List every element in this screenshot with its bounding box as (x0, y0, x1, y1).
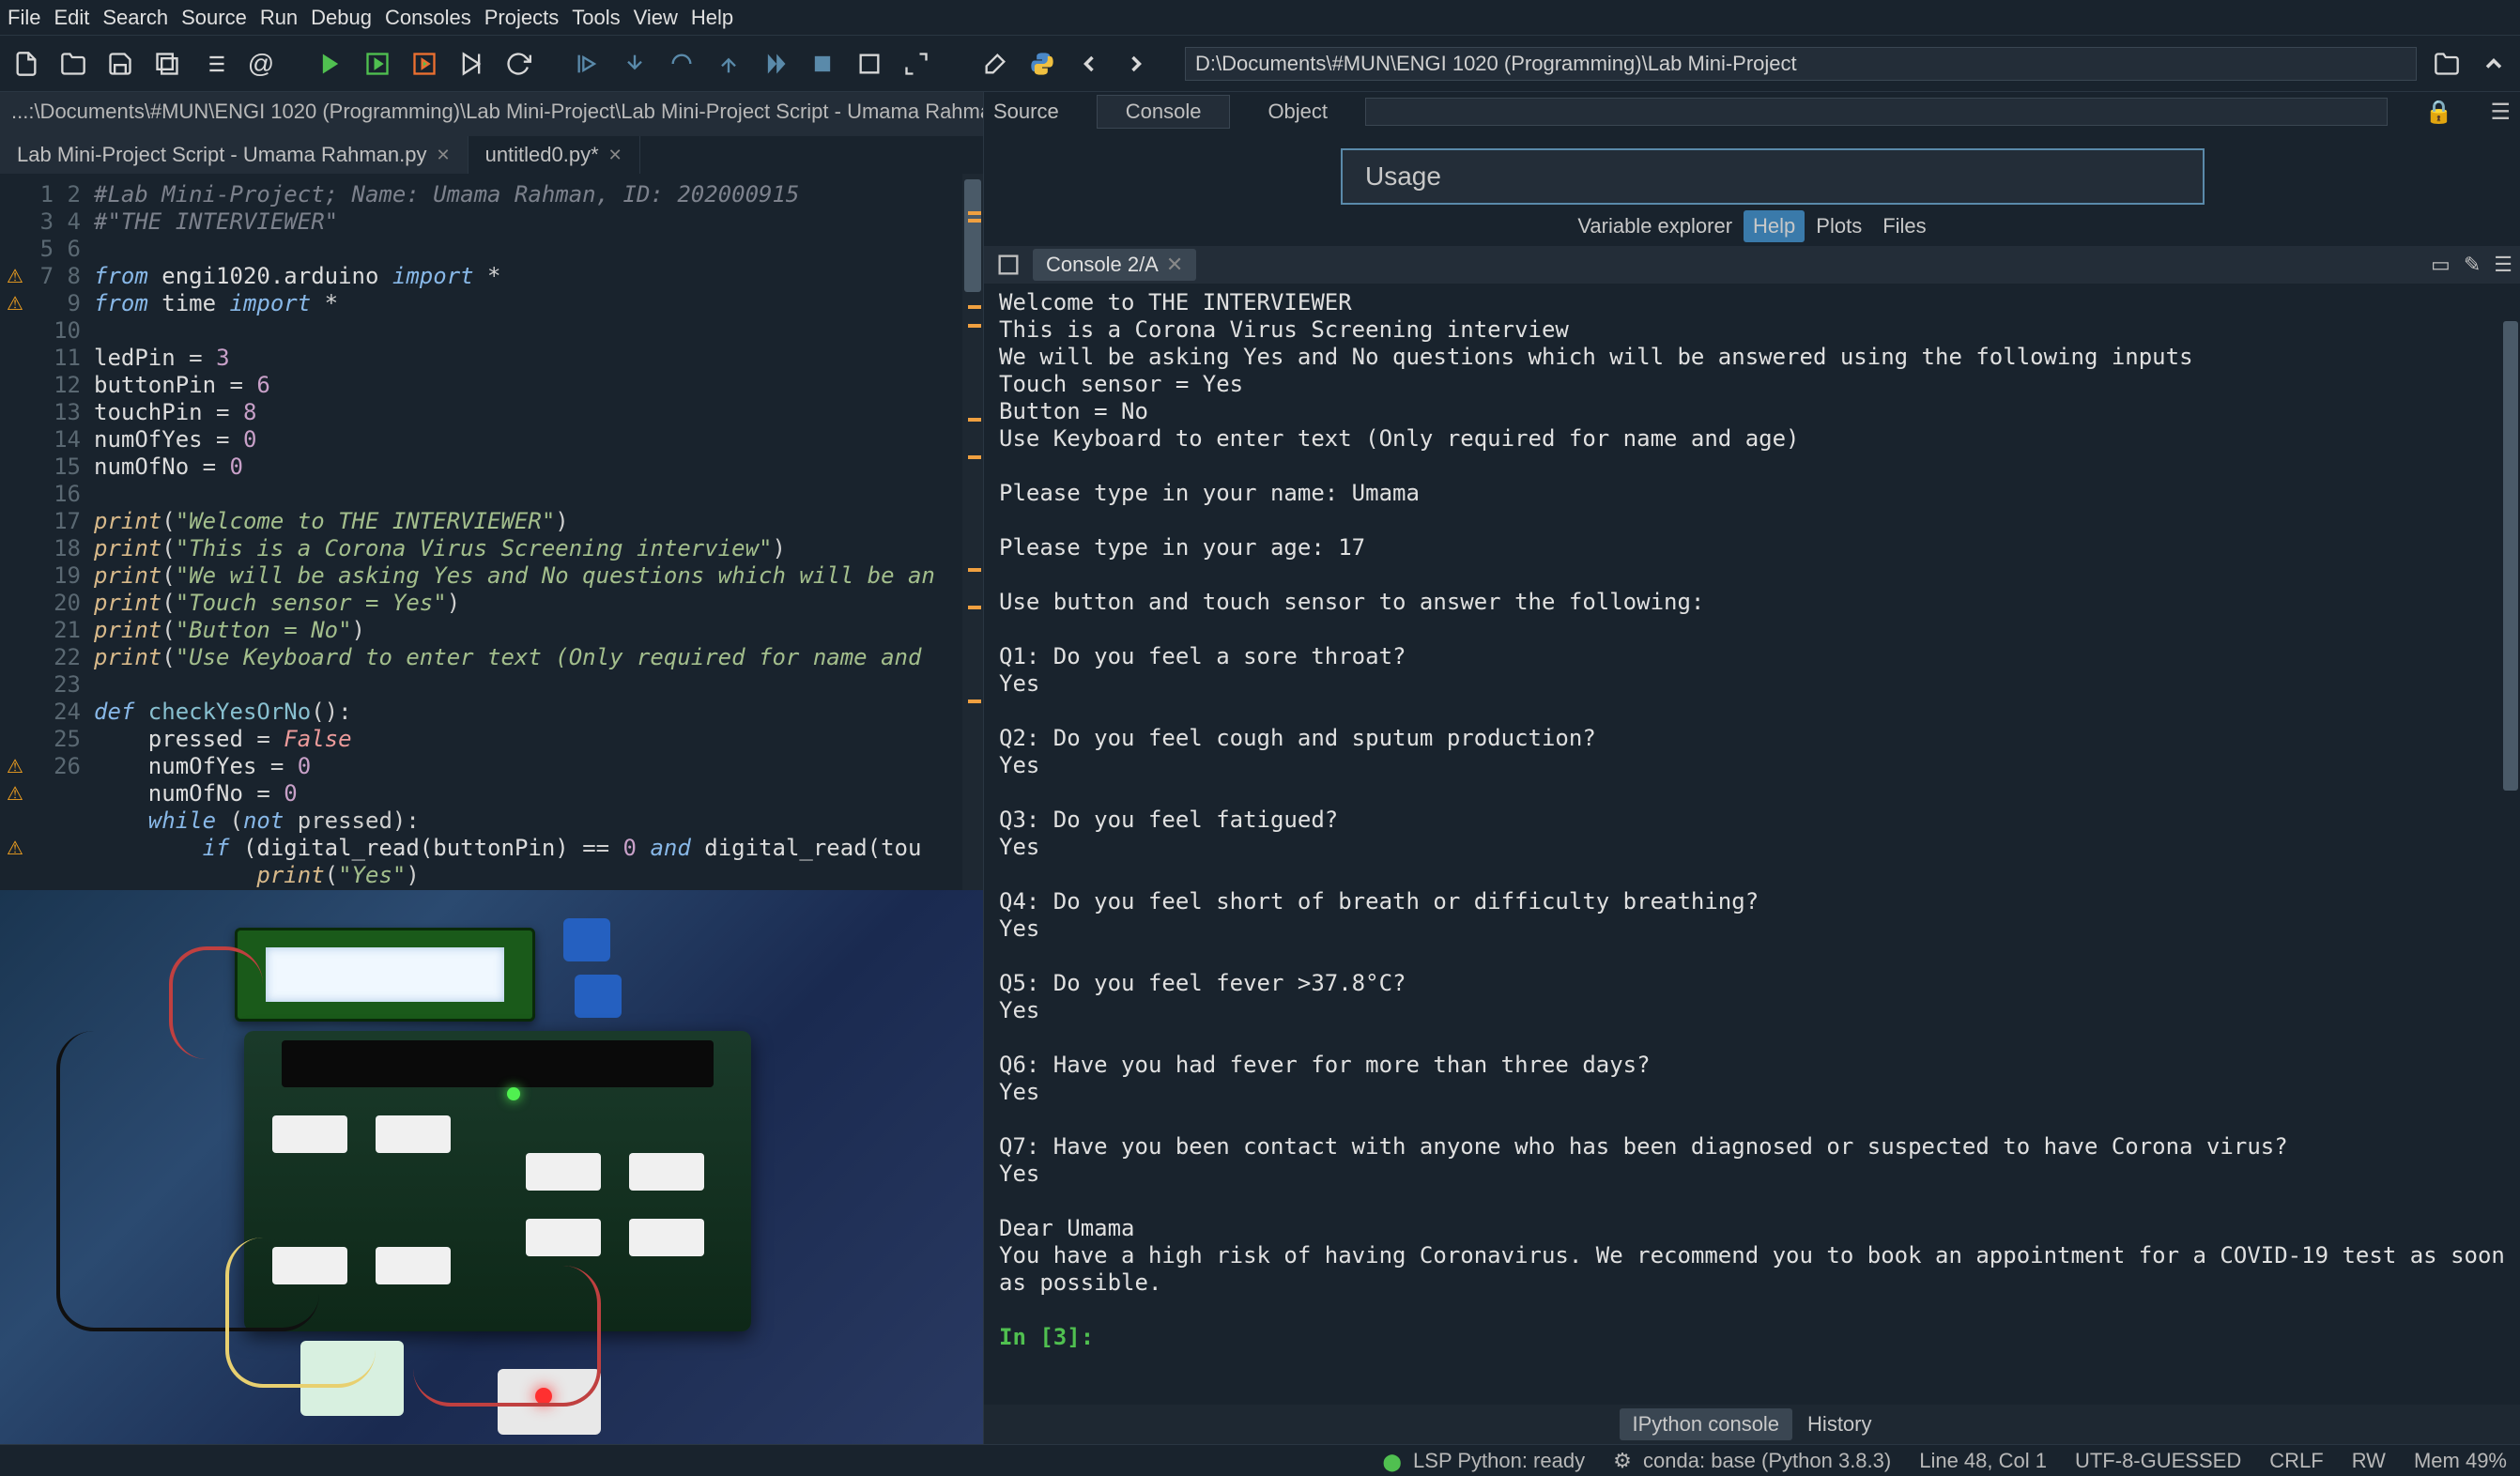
menu-edit[interactable]: Edit (54, 6, 89, 30)
console-output[interactable]: Welcome to THE INTERVIEWER This is a Cor… (984, 284, 2520, 1405)
tab-plots[interactable]: Plots (1806, 210, 1871, 242)
help-console-panel: Source Console Object 🔒 ☰ Usage Variable… (984, 92, 2520, 1444)
warning-icon[interactable]: ⚠ (7, 265, 23, 288)
restart-icon[interactable] (501, 47, 535, 81)
stop-icon[interactable] (806, 47, 839, 81)
help-header: Source Console Object 🔒 ☰ (984, 92, 2520, 131)
working-dir-input[interactable] (1185, 47, 2417, 81)
help-pane-tabs: Variable explorer Help Plots Files (984, 210, 2520, 242)
python-icon[interactable] (1025, 47, 1059, 81)
interrupt-icon[interactable]: ✎ (2464, 253, 2481, 277)
close-tab-icon[interactable]: ✕ (608, 146, 622, 165)
editor-panel: ...:\Documents\#MUN\ENGI 1020 (Programmi… (0, 92, 984, 1444)
forward-icon[interactable] (1119, 47, 1153, 81)
preferences-icon[interactable] (978, 47, 1012, 81)
open-file-icon[interactable] (56, 47, 90, 81)
browse-dir-icon[interactable] (2430, 47, 2464, 81)
help-options-icon[interactable]: ☰ (2490, 99, 2511, 126)
debug-step-over-icon[interactable] (665, 47, 699, 81)
breadcrumb-text: ...:\Documents\#MUN\ENGI 1020 (Programmi… (11, 100, 983, 129)
tab-files[interactable]: Files (1873, 210, 1935, 242)
status-encoding[interactable]: UTF-8-GUESSED (2075, 1449, 2241, 1473)
warning-icon[interactable]: ⚠ (7, 782, 23, 806)
save-all-icon[interactable] (150, 47, 184, 81)
menubar: File Edit Search Source Run Debug Consoles Proj… (0, 0, 2520, 36)
run-cell-icon[interactable] (361, 47, 394, 81)
tab-variable-explorer[interactable]: Variable explorer (1568, 210, 1742, 242)
at-icon[interactable]: @ (244, 47, 278, 81)
save-icon[interactable] (103, 47, 137, 81)
list-icon[interactable] (197, 47, 231, 81)
close-tab-icon[interactable]: ✕ (436, 146, 450, 165)
menu-file[interactable]: File (8, 6, 40, 30)
status-eol[interactable]: CRLF (2269, 1449, 2323, 1473)
tab-help[interactable]: Help (1744, 210, 1805, 242)
console-tab-label: Console 2/A (1046, 253, 1159, 277)
console-bottom-tabs: IPython console History (984, 1405, 2520, 1444)
tab-ipython-console[interactable]: IPython console (1620, 1408, 1793, 1440)
debug-file-icon[interactable] (853, 47, 886, 81)
maximize-icon[interactable] (899, 47, 933, 81)
menu-debug[interactable]: Debug (311, 6, 372, 30)
debug-step-into-icon[interactable] (618, 47, 652, 81)
close-console-icon[interactable]: ✕ (1166, 253, 1183, 277)
file-breadcrumb: ...:\Documents\#MUN\ENGI 1020 (Programmi… (0, 92, 983, 136)
run-selection-icon[interactable] (454, 47, 488, 81)
status-lsp[interactable]: ⬤ LSP Python: ready (1383, 1449, 1585, 1473)
menu-help[interactable]: Help (691, 6, 733, 30)
run-icon[interactable] (314, 47, 347, 81)
editor-tab[interactable]: untitled0.py*✕ (469, 136, 640, 174)
editor-tab[interactable]: Lab Mini-Project Script - Umama Rahman.p… (0, 136, 469, 174)
status-conda[interactable]: ⚙ conda: base (Python 3.8.3) (1613, 1449, 1891, 1473)
console-scrollbar[interactable] (2503, 321, 2518, 791)
menu-run[interactable]: Run (260, 6, 298, 30)
back-icon[interactable] (1072, 47, 1106, 81)
line-gutter: 1 2 3 4 5 6 7 8 9 10 11 12 13 14 15 16 1… (30, 174, 94, 890)
menu-projects[interactable]: Projects (484, 6, 559, 30)
source-label: Source (993, 100, 1059, 124)
console-dropdown[interactable]: Console (1097, 95, 1231, 129)
parent-dir-icon[interactable] (2477, 47, 2511, 81)
statusbar: ⬤ LSP Python: ready ⚙ conda: base (Pytho… (0, 1444, 2520, 1476)
usage-heading: Usage (1341, 148, 2205, 205)
remove-plots-icon[interactable]: ▭ (2431, 253, 2451, 277)
debug-step-icon[interactable] (571, 47, 605, 81)
menu-source[interactable]: Source (181, 6, 247, 30)
status-rw: RW (2352, 1449, 2386, 1473)
lock-icon[interactable]: 🔒 (2425, 99, 2453, 126)
warning-icon[interactable]: ⚠ (7, 837, 23, 860)
menu-search[interactable]: Search (102, 6, 168, 30)
menu-tools[interactable]: Tools (572, 6, 620, 30)
status-mem: Mem 49% (2414, 1449, 2507, 1473)
code-editor[interactable]: ⚠ ⚠ ⚠ ⚠ ⚠ 1 2 3 4 5 6 7 8 9 10 11 12 13 14 1… (0, 174, 983, 890)
warning-icon[interactable]: ⚠ (7, 292, 23, 315)
console-tabbar: Console 2/A ✕ ▭ ✎ ☰ (984, 246, 2520, 284)
object-input[interactable] (1365, 98, 2388, 126)
editor-tabs: Lab Mini-Project Script - Umama Rahman.p… (0, 136, 983, 174)
code-content[interactable]: #Lab Mini-Project; Name: Umama Rahman, I… (94, 174, 962, 890)
browse-tabs-icon[interactable] (991, 248, 1025, 282)
run-cell-advance-icon[interactable] (407, 47, 441, 81)
hardware-photo (0, 890, 983, 1444)
console-options-icon[interactable]: ☰ (2494, 253, 2512, 277)
editor-scrollbar[interactable] (962, 174, 983, 890)
main-toolbar: @ (0, 36, 2520, 92)
menu-view[interactable]: View (634, 6, 678, 30)
warning-icon[interactable]: ⚠ (7, 755, 23, 778)
menu-consoles[interactable]: Consoles (385, 6, 471, 30)
new-file-icon[interactable] (9, 47, 43, 81)
tab-history[interactable]: History (1794, 1408, 1884, 1440)
debug-continue-icon[interactable] (759, 47, 792, 81)
debug-step-out-icon[interactable] (712, 47, 745, 81)
console-tab[interactable]: Console 2/A ✕ (1033, 249, 1196, 281)
status-cursor-pos: Line 48, Col 1 (1919, 1449, 2047, 1473)
object-label: Object (1268, 100, 1328, 124)
